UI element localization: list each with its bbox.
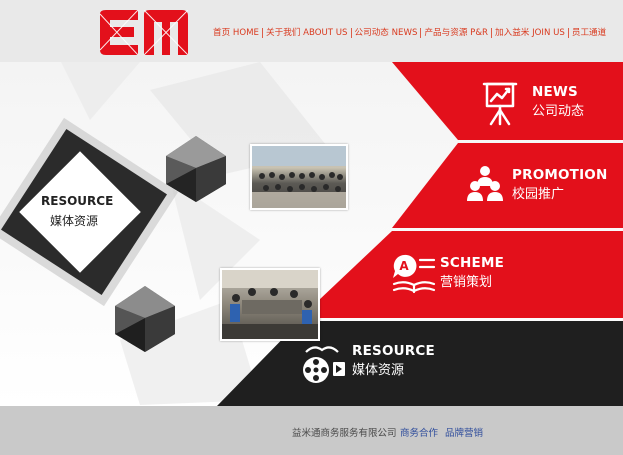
people-group-icon — [467, 166, 503, 201]
news-subtitle: 公司动态 — [532, 104, 585, 119]
team-photo — [250, 144, 348, 210]
resource-panel-subtitle: 媒体资源 — [352, 363, 405, 378]
news-title: NEWS — [532, 84, 578, 100]
em-logo[interactable] — [94, 10, 188, 55]
footer-link-brand[interactable]: 品牌营销 — [445, 425, 483, 439]
meeting-photo — [220, 268, 320, 341]
nav-products[interactable]: 产品与资源 P&R — [421, 27, 491, 39]
news-panel[interactable]: NEWS 公司动态 — [470, 72, 620, 132]
film-camera-icon — [303, 346, 345, 383]
nav-about[interactable]: 关于我们 ABOUT US — [263, 27, 351, 39]
presentation-board-icon — [482, 82, 518, 126]
footer: 益米通商务服务有限公司 商务合作 品牌营销 — [0, 406, 623, 455]
scheme-title: SCHEME — [440, 255, 505, 271]
footer-link-business[interactable]: 商务合作 — [400, 425, 438, 439]
nav-divider — [350, 28, 352, 38]
page: 首页 HOME 关于我们 ABOUT US 公司动态 NEWS 产品与资源 P&… — [0, 0, 623, 455]
resource-panel-title: RESOURCE — [352, 343, 435, 359]
promotion-panel[interactable]: PROMOTION 校园推广 — [460, 158, 620, 218]
nav-divider — [262, 28, 263, 38]
scheme-subtitle: 营销策划 — [440, 275, 493, 290]
meeting-photo-image — [222, 270, 318, 339]
team-photo-image — [252, 146, 346, 208]
header: 首页 HOME 关于我们 ABOUT US 公司动态 NEWS 产品与资源 P&… — [0, 0, 623, 62]
nav-divider — [491, 28, 492, 38]
resource-panel[interactable]: RESOURCE 媒体资源 — [296, 334, 496, 394]
resource-block-title: RESOURCE — [41, 194, 114, 208]
nav-divider — [567, 28, 569, 38]
nav-home[interactable]: 首页 HOME — [210, 27, 262, 39]
resource-block-subtitle: 媒体资源 — [50, 214, 99, 228]
svg-text:A: A — [399, 259, 409, 273]
resource-block[interactable]: RESOURCE 媒体资源 — [34, 188, 126, 238]
main-nav: 首页 HOME 关于我们 ABOUT US 公司动态 NEWS 产品与资源 P&… — [210, 26, 609, 40]
promotion-title: PROMOTION — [512, 167, 608, 183]
speech-book-icon: A — [392, 254, 436, 294]
promotion-subtitle: 校园推广 — [512, 187, 565, 202]
nav-staff[interactable]: 员工通道 — [569, 27, 609, 39]
nav-join[interactable]: 加入益米 JOIN US — [492, 27, 568, 39]
footer-company: 益米通商务服务有限公司 — [292, 428, 397, 439]
nav-news[interactable]: 公司动态 NEWS — [352, 27, 421, 39]
scheme-panel[interactable]: A SCHEME 营销策划 — [388, 244, 568, 304]
nav-divider — [420, 28, 422, 38]
